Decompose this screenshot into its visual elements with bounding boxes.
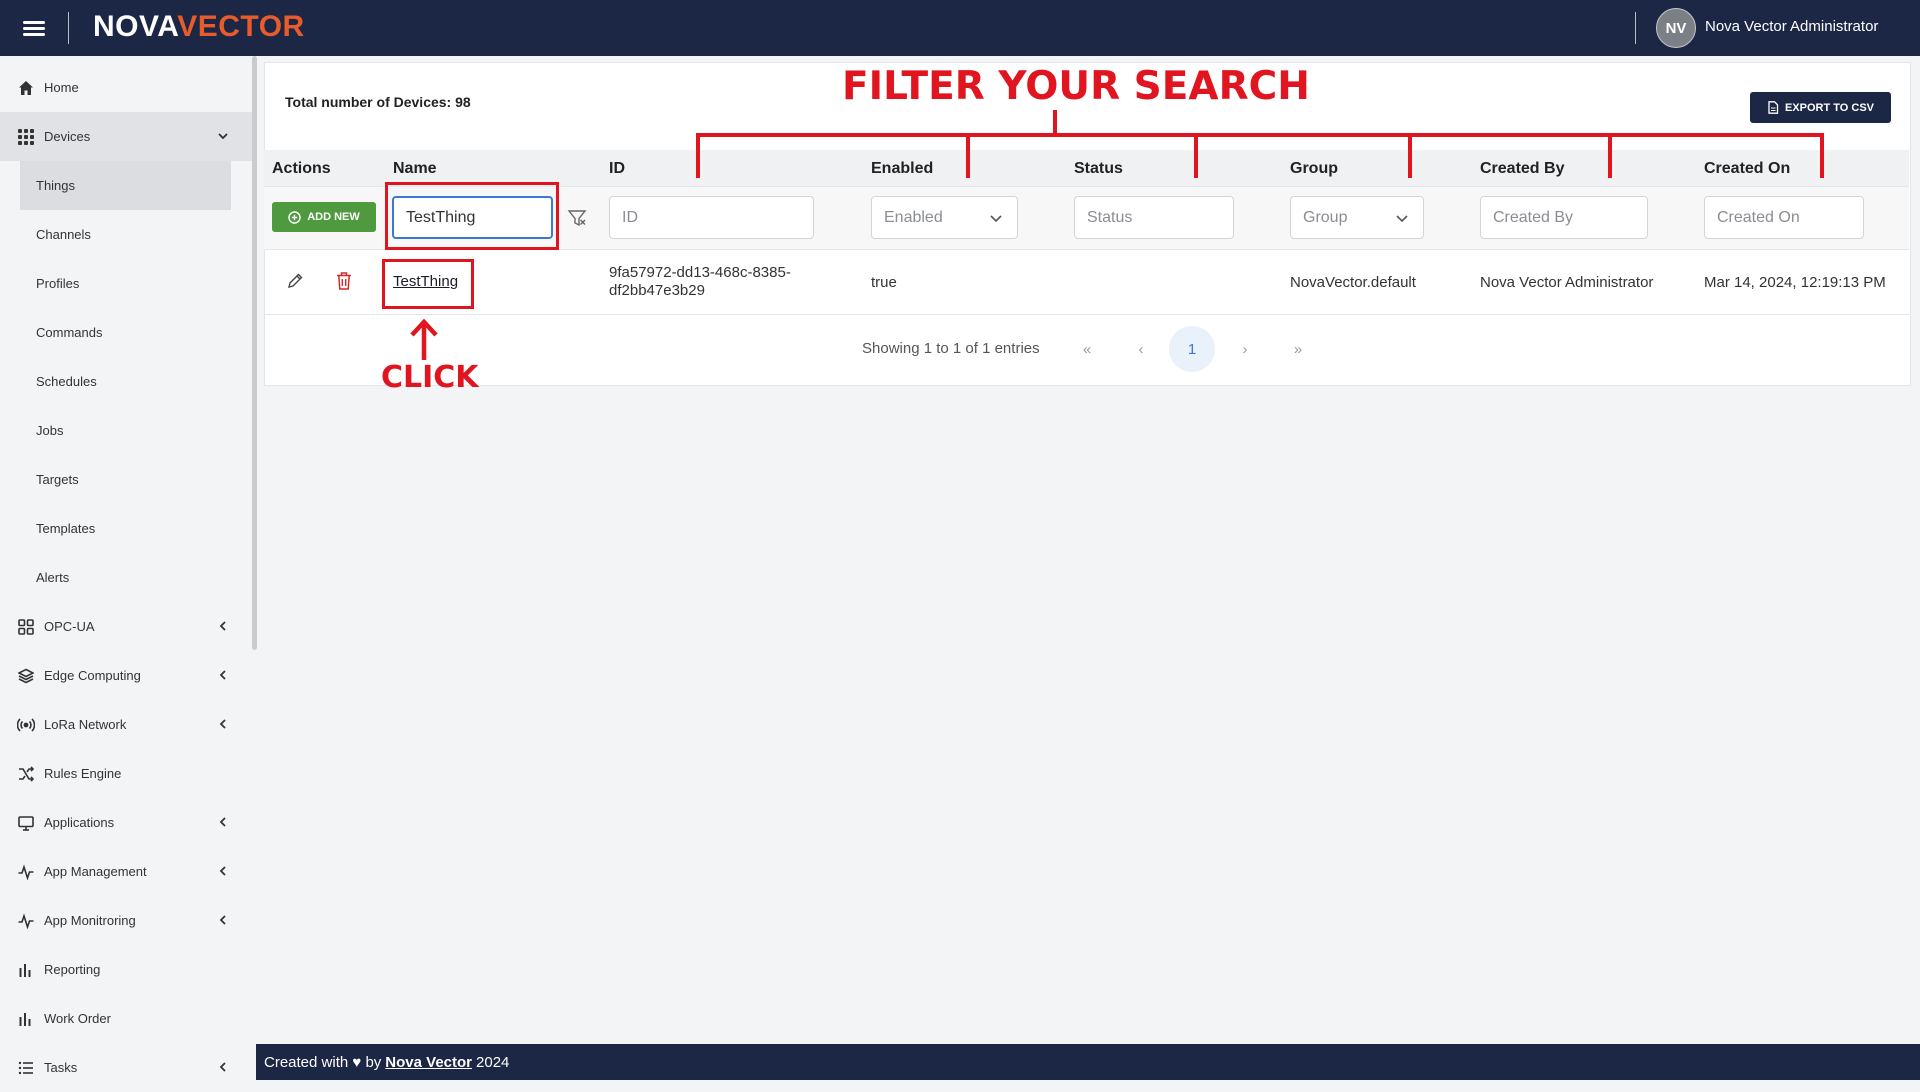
created-on-filter-input[interactable] (1704, 196, 1864, 239)
group-filter-select[interactable]: Group (1290, 196, 1424, 239)
pulse-icon (17, 863, 35, 881)
sidebar-sub-schedules[interactable]: Schedules (20, 357, 231, 406)
monitor-icon (17, 814, 35, 832)
col-header-actions: Actions (272, 160, 331, 177)
click-annotation: CLICK (381, 360, 479, 395)
sidebar-item-rules-engine[interactable]: Rules Engine (0, 749, 252, 798)
menu-icon[interactable] (20, 14, 48, 42)
name-link-highlight (382, 259, 474, 309)
arrow-up-icon (410, 318, 438, 360)
enabled-filter-select[interactable]: Enabled (871, 196, 1018, 239)
sidebar-sub-templates[interactable]: Templates (20, 504, 231, 553)
filter-search-annotation: FILTER YOUR SEARCH (842, 64, 1310, 109)
thing-id-cell: 9fa57972-dd13-468c-8385- df2bb47e3b29 (609, 264, 791, 299)
footer-link[interactable]: Nova Vector (385, 1054, 472, 1071)
chevron-left-icon (219, 621, 226, 631)
sidebar-sub-channels[interactable]: Channels (20, 210, 231, 259)
chevron-down-icon (990, 215, 1002, 223)
chevron-left-icon (219, 866, 226, 876)
chevron-left-icon (219, 915, 226, 925)
col-header-name[interactable]: Name (393, 160, 437, 178)
sidebar-sub-commands[interactable]: Commands (20, 308, 231, 357)
avatar[interactable]: NV (1656, 8, 1696, 48)
shuffle-icon (17, 765, 35, 783)
sidebar-scrollbar[interactable] (252, 56, 257, 650)
pulse-icon (17, 912, 35, 930)
chevron-left-icon (219, 719, 226, 729)
sidebar-item-edge-computing[interactable]: Edge Computing (0, 651, 252, 700)
page-1-button[interactable]: 1 (1169, 326, 1215, 372)
status-filter-input[interactable] (1074, 196, 1234, 239)
edit-pencil-icon[interactable] (286, 272, 304, 290)
chevron-down-icon (1396, 215, 1408, 223)
sidebar-item-app-management[interactable]: App Management (0, 847, 252, 896)
chevron-down-icon (218, 133, 228, 140)
sidebar-sub-jobs[interactable]: Jobs (20, 406, 231, 455)
sidebar-item-opc-ua[interactable]: OPC-UA (0, 602, 252, 651)
chevron-left-icon (219, 670, 226, 680)
thing-created-on-cell: Mar 14, 2024, 12:19:13 PM (1704, 274, 1886, 291)
name-filter-highlight (385, 182, 559, 250)
sidebar-item-applications[interactable]: Applications (0, 798, 252, 847)
total-devices-label: Total number of Devices: 98 (285, 94, 471, 110)
stack-icon (17, 667, 35, 685)
user-name[interactable]: Nova Vector Administrator (1705, 18, 1878, 35)
sidebar-item-tasks[interactable]: Tasks (0, 1043, 252, 1092)
id-filter-input[interactable] (609, 196, 814, 239)
created-by-filter-input[interactable] (1480, 196, 1648, 239)
next-page-button[interactable]: › (1222, 326, 1268, 372)
topbar-divider (68, 12, 69, 44)
brand-logo: NOVAVECTOR (93, 10, 305, 43)
sidebar-sub-alerts[interactable]: Alerts (20, 553, 231, 602)
sidebar-sub-profiles[interactable]: Profiles (20, 259, 231, 308)
pagination-summary: Showing 1 to 1 of 1 entries (862, 340, 1040, 357)
signal-icon (17, 716, 35, 734)
delete-trash-icon[interactable] (335, 271, 353, 291)
col-header-id[interactable]: ID (609, 160, 625, 178)
bar-chart-icon (17, 961, 35, 979)
thing-enabled-cell: true (871, 274, 897, 291)
list-icon (17, 1059, 35, 1077)
filter-bracket-annotation (696, 110, 1824, 178)
clear-filter-icon[interactable] (567, 208, 587, 228)
bar-chart-icon (17, 1010, 35, 1028)
sidebar-item-lora-network[interactable]: LoRa Network (0, 700, 252, 749)
footer: Created with ♥ by Nova Vector 2024 (256, 1044, 1920, 1080)
prev-page-button[interactable]: ‹ (1118, 326, 1164, 372)
squares-icon (17, 618, 35, 636)
sidebar-item-devices[interactable]: Devices (0, 112, 252, 161)
thing-created-by-cell: Nova Vector Administrator (1480, 274, 1654, 291)
table-row (264, 249, 1909, 315)
sidebar-item-work-order[interactable]: Work Order (0, 994, 252, 1043)
plus-circle-icon (288, 210, 301, 224)
home-icon (17, 79, 35, 97)
grid-dots-icon (17, 128, 35, 146)
thing-group-cell: NovaVector.default (1290, 274, 1416, 291)
chevron-left-icon (219, 1062, 226, 1072)
sidebar-item-reporting[interactable]: Reporting (0, 945, 252, 994)
chevron-left-icon (219, 817, 226, 827)
last-page-button[interactable]: » (1275, 326, 1321, 372)
first-page-button[interactable]: « (1064, 326, 1110, 372)
sidebar-item-app-monitoring[interactable]: App Monitroring (0, 896, 252, 945)
topbar-divider-right (1635, 12, 1636, 44)
sidebar-sub-things[interactable]: Things (20, 161, 231, 210)
add-new-button[interactable]: ADD NEW (272, 202, 376, 232)
sidebar-sub-targets[interactable]: Targets (20, 455, 231, 504)
sidebar-item-home[interactable]: Home (0, 63, 252, 112)
